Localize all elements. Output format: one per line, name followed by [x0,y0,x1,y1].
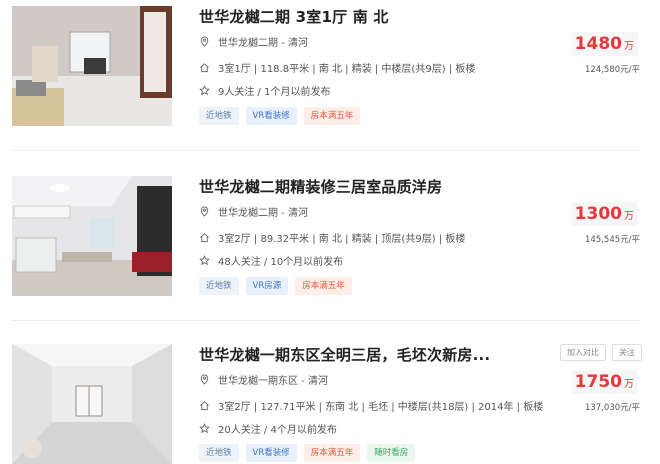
listing-photo[interactable] [12,176,172,296]
listing-details: 3室1厅 | 118.8平米 | 南 北 | 精装 | 中楼层(共9层) | 板… [199,60,475,75]
listing-community[interactable]: 世华龙樾二期 - 清河 [199,34,308,49]
tag-vr[interactable]: VR看装修 [245,444,297,462]
price-value: 1480 [574,34,622,54]
house-icon [199,62,210,73]
listing-follow: 48人关注 / 10个月以前发布 [199,253,343,268]
listing-card[interactable]: 世华龙樾二期精装修三居室品质洋房 世华龙樾二期 - 清河 3室2厅 | 89.3… [0,170,660,320]
details-text: 3室1厅 | 118.8平米 | 南 北 | 精装 | 中楼层(共9层) | 板… [218,64,476,75]
tag-list: 近地铁 VR看装修 房本满五年 [199,107,361,125]
add-compare-button[interactable]: 加入对比 [560,344,606,361]
tag-five-years: 房本满五年 [295,277,352,295]
price-value: 1300 [574,204,622,224]
follow-text: 48人关注 / 10个月以前发布 [218,257,344,268]
tag-subway: 近地铁 [199,107,239,125]
total-price: 1300 万 [570,202,638,226]
tag-subway: 近地铁 [199,277,239,295]
listing-details: 3室2厅 | 89.32平米 | 南 北 | 精装 | 顶层(共9层) | 板楼 [199,230,465,245]
total-price: 1480 万 [570,32,638,56]
follow-text: 20人关注 / 4个月以前发布 [218,425,337,436]
listing-follow: 9人关注 / 1个月以前发布 [199,83,330,98]
location-pin-icon [199,374,210,385]
divider [12,320,640,321]
listing-card[interactable]: 世华龙樾二期 3室1厅 南 北 世华龙樾二期 - 清河 3室1厅 | 118.8… [0,0,660,150]
community-name: 世华龙樾二期 - 清河 [218,208,308,219]
unit-price: 145,545元/平 [584,235,640,245]
divider [12,150,640,151]
tag-five-years: 房本满五年 [303,107,361,125]
tag-vr[interactable]: VR看装修 [245,107,297,125]
details-text: 3室2厅 | 127.71平米 | 东南 北 | 毛坯 | 中楼层(共18层) … [218,402,544,413]
listing-title[interactable]: 世华龙樾二期 3室1厅 南 北 [199,6,389,27]
star-icon [199,84,210,96]
unit-price: 124,580元/平 [584,65,640,75]
price-value: 1750 [574,372,622,392]
listing-community[interactable]: 世华龙樾一期东区 - 清河 [199,372,328,387]
house-icon [199,400,210,411]
follow-button[interactable]: 关注 [612,344,642,361]
star-icon [199,254,210,266]
community-name: 世华龙樾一期东区 - 清河 [218,376,328,387]
listing-community[interactable]: 世华龙樾二期 - 清河 [199,204,308,219]
tag-vr[interactable]: VR房源 [245,277,289,295]
unit-price: 137,030元/平 [584,403,640,413]
location-pin-icon [199,36,210,47]
listing-photo[interactable] [12,6,172,126]
tag-subway: 近地铁 [199,444,239,462]
listing-card[interactable]: 世华龙樾一期东区全明三居，毛坯次新房... 加入对比 关注 世华龙樾一期东区 -… [0,338,660,464]
listing-follow: 20人关注 / 4个月以前发布 [199,421,337,436]
star-icon [199,422,210,434]
house-icon [199,232,210,243]
price-unit: 万 [624,379,634,390]
tag-list: 近地铁 VR看装修 房本满五年 随时看房 [199,444,416,462]
price-unit: 万 [624,211,634,222]
listing-details: 3室2厅 | 127.71平米 | 东南 北 | 毛坯 | 中楼层(共18层) … [199,398,543,413]
location-pin-icon [199,206,210,217]
community-name: 世华龙樾二期 - 清河 [218,38,308,49]
follow-text: 9人关注 / 1个月以前发布 [218,87,331,98]
tag-five-years: 房本满五年 [303,444,361,462]
price-unit: 万 [624,41,634,52]
listing-photo[interactable] [12,344,172,464]
listing-title[interactable]: 世华龙樾二期精装修三居室品质洋房 [199,176,442,197]
total-price: 1750 万 [570,370,638,394]
listing-title[interactable]: 世华龙樾一期东区全明三居，毛坯次新房... [199,344,490,365]
tag-anytime-viewing: 随时看房 [367,444,416,462]
tag-list: 近地铁 VR房源 房本满五年 [199,277,352,295]
details-text: 3室2厅 | 89.32平米 | 南 北 | 精装 | 顶层(共9层) | 板楼 [218,234,466,245]
